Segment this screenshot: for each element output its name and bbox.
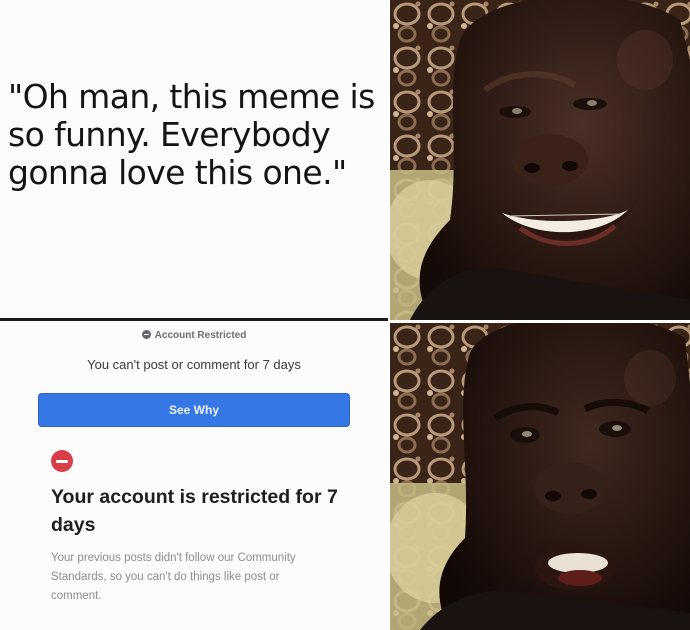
restriction-body: Your previous posts didn't follow our Co… bbox=[51, 552, 296, 602]
account-restricted-label: Account Restricted bbox=[154, 330, 247, 341]
restriction-notice-panel: Account Restricted You can't post or com… bbox=[0, 321, 388, 630]
happy-reaction-photo bbox=[390, 0, 690, 320]
account-restricted-header: Account Restricted bbox=[0, 330, 388, 341]
caption-text: "Oh man, this meme is so funny. Everybod… bbox=[8, 77, 375, 192]
shocked-reaction-photo bbox=[390, 323, 690, 630]
restriction-title: Your account is restricted for 7 days bbox=[51, 486, 338, 536]
stop-icon bbox=[51, 450, 73, 472]
shocked-man-illustration bbox=[390, 323, 690, 630]
restricted-icon bbox=[141, 330, 151, 339]
happy-man-illustration bbox=[390, 0, 690, 320]
restriction-subtitle: You can't post or comment for 7 days bbox=[87, 357, 301, 372]
see-why-label: See Why bbox=[168, 403, 219, 417]
caption-panel: "Oh man, this meme is so funny. Everybod… bbox=[0, 0, 388, 318]
see-why-button[interactable]: See Why bbox=[38, 393, 350, 427]
